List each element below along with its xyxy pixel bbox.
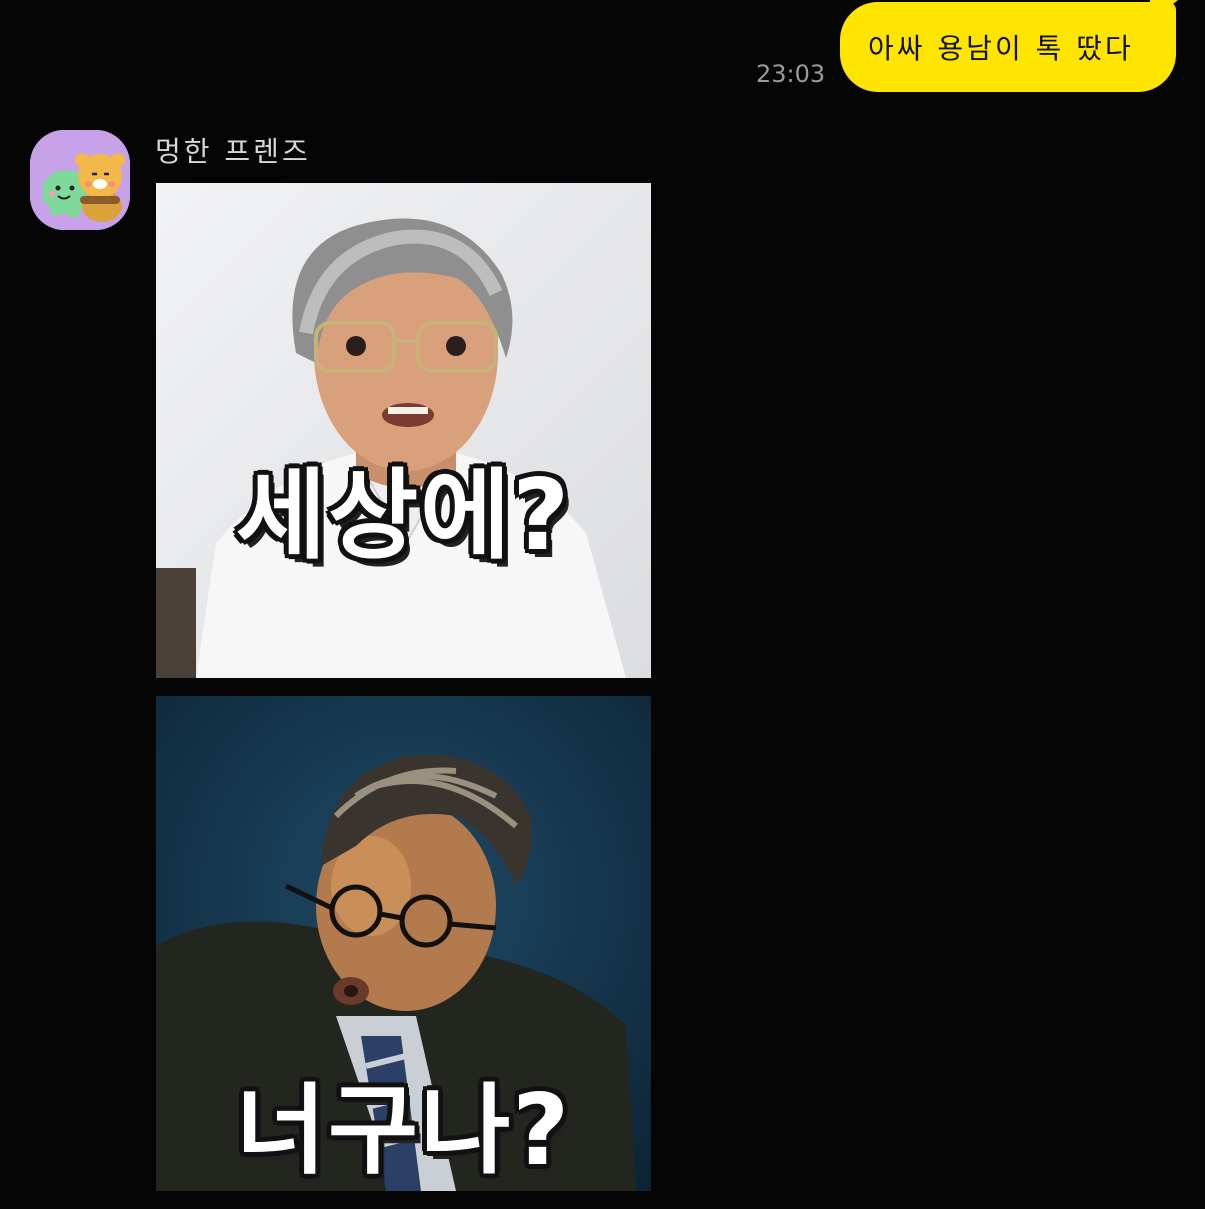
sender-avatar[interactable] <box>30 130 130 230</box>
man-with-gray-wig-and-glasses-sticker <box>156 183 651 678</box>
outgoing-message-row: 23:03 아싸 용남이 톡 땄다 <box>0 0 1205 100</box>
sticker-image[interactable]: 너구나? <box>156 696 651 1191</box>
sticker-caption: 세상에? <box>235 459 572 573</box>
sender-name: 멍한 프렌즈 <box>155 135 311 168</box>
chat-room: 23:03 아싸 용남이 톡 땄다 멍한 프렌즈 세상에? 너구나? <box>0 0 1205 1209</box>
friends-character-avatar-icon <box>30 130 130 230</box>
message-time: 23:03 <box>756 60 826 88</box>
outgoing-message-bubble[interactable]: 아싸 용남이 톡 땄다 <box>840 2 1176 92</box>
sticker-caption: 너구나? <box>235 1074 572 1188</box>
sticker-image[interactable]: 세상에? <box>156 183 651 678</box>
outgoing-message-text: 아싸 용남이 톡 땄다 <box>868 32 1134 65</box>
